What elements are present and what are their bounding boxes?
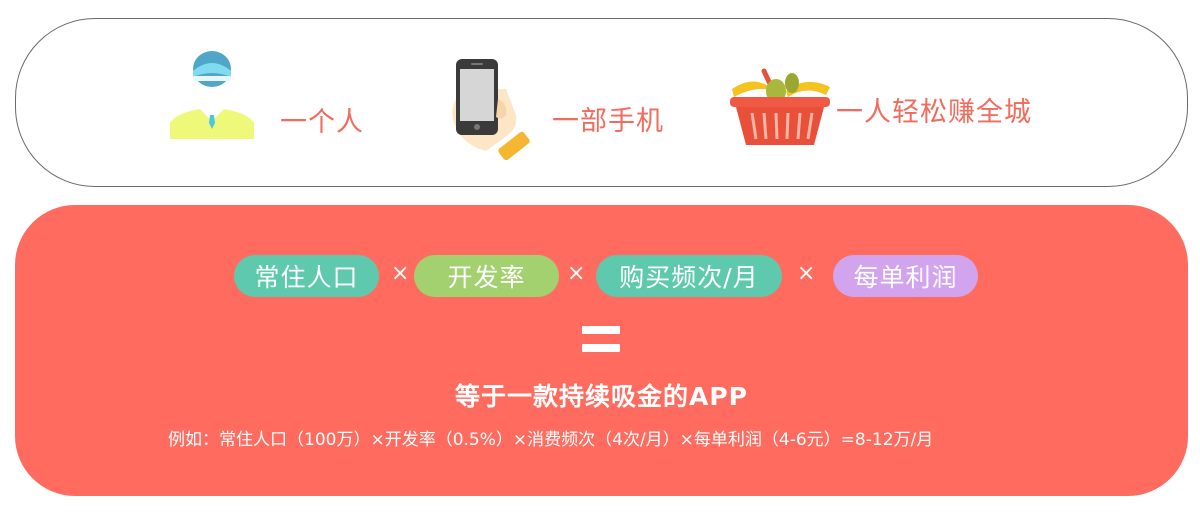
equals-sign <box>582 326 620 352</box>
pill-profit: 每单利润 <box>833 255 978 297</box>
features-panel: 一个人 一部手机 一人轻松赚全城 <box>15 18 1188 187</box>
person-icon <box>170 51 254 139</box>
multiply-symbol: × <box>567 261 586 286</box>
formula-panel: 常住人口 × 开发率 × 购买频次/月 × 每单利润 等于一款持续吸金的APP … <box>15 205 1188 496</box>
feature-person: 一个人 <box>170 49 364 159</box>
multiply-symbol: × <box>797 261 816 286</box>
feature-basket: 一人轻松赚全城 <box>726 61 1032 151</box>
feature-phone: 一部手机 <box>446 59 664 167</box>
feature-label-phone: 一部手机 <box>552 105 664 137</box>
headline: 等于一款持续吸金的APP <box>455 382 748 411</box>
pill-frequency: 购买频次/月 <box>596 255 782 297</box>
phone-icon <box>452 59 530 161</box>
pill-population: 常住人口 <box>234 255 379 297</box>
basket-icon <box>730 68 830 145</box>
feature-label-basket: 一人轻松赚全城 <box>836 96 1032 128</box>
formula-example: 例如：常住人口（100万）×开发率（0.5%）×消费频次（4次/月）×每单利润（… <box>168 430 934 450</box>
pill-dev-rate: 开发率 <box>414 255 559 297</box>
multiply-symbol: × <box>391 261 410 286</box>
feature-label-person: 一个人 <box>280 106 364 138</box>
